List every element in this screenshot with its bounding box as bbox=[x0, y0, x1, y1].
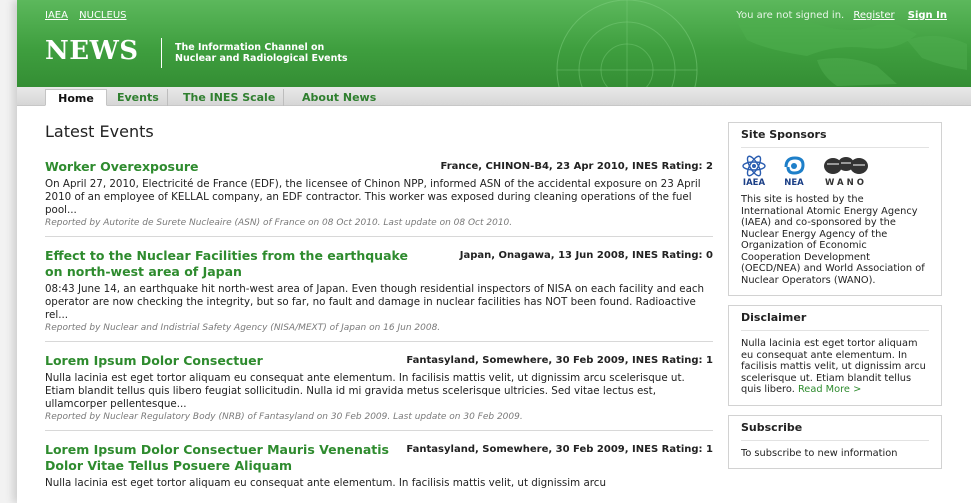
event-reported-by: Reported by Nuclear and Indistrial Safet… bbox=[45, 323, 441, 333]
tab-ines-scale[interactable]: The INES Scale bbox=[175, 89, 285, 106]
iaea-link[interactable]: IAEA bbox=[45, 10, 68, 21]
sign-in-status: You are not signed in. bbox=[736, 10, 845, 21]
tagline-line-2: Nuclear and Radiological Events bbox=[175, 53, 348, 64]
main-content: Latest Events Worker Overexposure France… bbox=[45, 122, 713, 503]
sidebar: Site Sponsors IAEA NEA WANO This site is… bbox=[728, 122, 942, 478]
site-tagline: The Information Channel on Nuclear and R… bbox=[175, 42, 395, 64]
disclaimer-box: Disclaimer Nulla lacinia est eget tortor… bbox=[728, 305, 942, 406]
news-logo[interactable]: NEWS bbox=[45, 36, 139, 66]
site-header: IAEA NUCLEUS You are not signed in. Regi… bbox=[17, 0, 971, 87]
subscribe-text: To subscribe to new information bbox=[741, 447, 898, 459]
logo-divider bbox=[161, 38, 162, 68]
event-meta: Fantasyland, Somewhere, 30 Feb 2009, INE… bbox=[406, 444, 713, 455]
subscribe-box: Subscribe To subscribe to new informatio… bbox=[728, 414, 942, 469]
page-frame: IAEA NUCLEUS You are not signed in. Regi… bbox=[17, 0, 971, 503]
event-item: Lorem Ipsum Dolor Consectuer Fantasyland… bbox=[45, 353, 713, 431]
iaea-atom-icon bbox=[742, 155, 766, 177]
sponsors-text: This site is hosted by the International… bbox=[741, 194, 925, 286]
event-title-link[interactable]: Worker Overexposure bbox=[45, 159, 199, 175]
iaea-logo[interactable]: IAEA bbox=[741, 155, 767, 188]
event-title-link[interactable]: Effect to the Nuclear Facilities from th… bbox=[45, 248, 425, 280]
subscribe-title: Subscribe bbox=[741, 421, 929, 441]
read-more-link[interactable]: Read More > bbox=[798, 384, 861, 395]
sign-in-link[interactable]: Sign In bbox=[908, 10, 947, 21]
event-title-link[interactable]: Lorem Ipsum Dolor Consectuer bbox=[45, 353, 263, 369]
disclaimer-title: Disclaimer bbox=[741, 311, 929, 331]
event-item: Worker Overexposure France, CHINON-B4, 2… bbox=[45, 159, 713, 237]
tab-about-news[interactable]: About News bbox=[294, 89, 384, 106]
account-area: You are not signed in. Register Sign In bbox=[736, 10, 947, 21]
page-title: Latest Events bbox=[45, 122, 154, 141]
event-title-link[interactable]: Lorem Ipsum Dolor Consectuer Mauris Vene… bbox=[45, 442, 394, 474]
wano-globe-icon bbox=[824, 157, 868, 174]
event-reported-by: Reported by Nuclear Regulatory Body (NRB… bbox=[45, 412, 523, 422]
event-item: Lorem Ipsum Dolor Consectuer Mauris Vene… bbox=[45, 442, 713, 498]
top-links: IAEA NUCLEUS bbox=[45, 10, 134, 21]
register-link[interactable]: Register bbox=[853, 10, 894, 21]
event-summary: Nulla lacinia est eget tortor aliquam eu… bbox=[45, 477, 606, 489]
event-summary: Nulla lacinia est eget tortor aliquam eu… bbox=[45, 372, 685, 410]
nea-logo-label: NEA bbox=[784, 178, 804, 188]
event-meta: Fantasyland, Somewhere, 30 Feb 2009, INE… bbox=[406, 355, 713, 366]
tab-events[interactable]: Events bbox=[109, 89, 168, 106]
iaea-logo-label: IAEA bbox=[742, 178, 766, 188]
sponsors-box: Site Sponsors IAEA NEA WANO This site is… bbox=[728, 122, 942, 296]
event-summary: 08:43 June 14, an earthquake hit north-w… bbox=[45, 283, 705, 321]
main-navigation: Home Events The INES Scale About News bbox=[17, 87, 971, 106]
nucleus-link[interactable]: NUCLEUS bbox=[79, 10, 126, 21]
sponsors-title: Site Sponsors bbox=[741, 128, 929, 148]
tagline-line-1: The Information Channel on bbox=[175, 42, 325, 53]
wano-logo[interactable]: WANO bbox=[821, 155, 871, 188]
nea-logo[interactable]: NEA bbox=[781, 155, 807, 188]
event-item: Effect to the Nuclear Facilities from th… bbox=[45, 248, 713, 342]
wano-logo-label: WANO bbox=[825, 178, 867, 188]
event-summary: On April 27, 2010, Electricité de France… bbox=[45, 178, 701, 216]
event-reported-by: Reported by Autorite de Surete Nucleaire… bbox=[45, 218, 513, 228]
tab-home[interactable]: Home bbox=[45, 89, 107, 106]
event-meta: Japan, Onagawa, 13 Jun 2008, INES Rating… bbox=[459, 250, 713, 261]
sponsor-logos: IAEA NEA WANO bbox=[741, 155, 929, 188]
event-meta: France, CHINON-B4, 23 Apr 2010, INES Rat… bbox=[440, 161, 713, 172]
disclaimer-text-block: Nulla lacinia est eget tortor aliquam eu… bbox=[741, 338, 929, 396]
nea-swirl-icon bbox=[784, 156, 805, 175]
